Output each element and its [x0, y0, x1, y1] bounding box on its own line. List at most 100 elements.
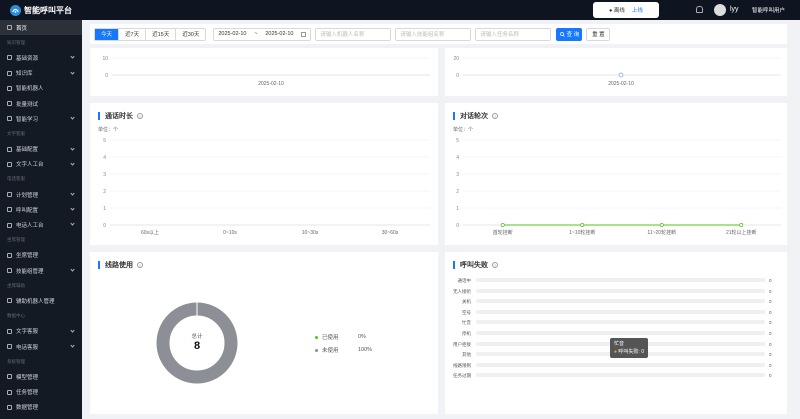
y-tick: 3 — [456, 172, 459, 178]
tenant-name[interactable]: 智能呼叫用户 — [752, 6, 785, 14]
failure-value: 0 — [769, 299, 772, 305]
range-30d-button[interactable]: 近30天 — [176, 29, 205, 40]
range-today-button[interactable]: 今天 — [95, 28, 120, 40]
menu-icon — [7, 389, 12, 395]
sidebar-item[interactable]: 智能学习 — [0, 111, 82, 126]
failure-label: 线路限制 — [453, 362, 471, 368]
menu-icon — [7, 116, 12, 122]
sidebar-item[interactable]: 呼叫配置 — [0, 202, 82, 217]
failure-bar[interactable] — [476, 373, 765, 378]
y-tick: 2 — [103, 189, 106, 195]
sidebar-item-label: 任务管理 — [16, 390, 39, 397]
sidebar-item-label: 基础资源 — [16, 55, 39, 62]
chevron-down-icon — [70, 267, 75, 272]
menu-icon — [7, 70, 12, 76]
sidebar-item[interactable]: 坐席管理 — [0, 248, 82, 263]
sidebar-item[interactable]: 文字客服 — [0, 324, 82, 339]
sidebar-item-label: 技能组管理 — [16, 268, 44, 275]
status-switch[interactable]: ● 离线 上线 — [593, 2, 659, 18]
chevron-down-icon — [70, 206, 75, 211]
offline-option[interactable]: ● 离线 — [609, 6, 625, 14]
range-7d-button[interactable]: 近7天 — [119, 28, 147, 40]
menu-icon — [7, 192, 12, 198]
failure-bar[interactable] — [476, 320, 765, 325]
card-title: 呼叫失败? — [453, 260, 498, 270]
top-left-chart-card: 10 0 2025-02-10 — [90, 48, 438, 96]
sidebar-item[interactable]: 批量测试 — [0, 96, 82, 111]
menu-icon — [7, 25, 12, 31]
failure-row: 无人接听 0 — [445, 287, 785, 297]
y-tick: 0 — [456, 73, 459, 79]
sidebar-item-label: 模型管理 — [16, 374, 39, 381]
bell-icon[interactable] — [696, 6, 703, 13]
sidebar-item[interactable]: 任务管理 — [0, 385, 82, 400]
failure-row: 任务过期 0 — [445, 371, 785, 381]
sidebar-item[interactable]: 辅助机器人管理 — [0, 293, 82, 308]
x-tick: 0~10s — [223, 230, 237, 236]
y-tick: 3 — [103, 172, 106, 178]
sidebar-item-label: 辅助机器人管理 — [16, 298, 55, 305]
failure-bar[interactable] — [476, 278, 765, 282]
sidebar-item[interactable]: 电话客服 — [0, 339, 82, 354]
failure-bar[interactable] — [476, 288, 765, 293]
sidebar-item[interactable]: 基础资源 — [0, 50, 82, 65]
search-button[interactable]: 查 询 — [556, 27, 583, 41]
reset-button[interactable]: 重 置 — [586, 27, 611, 41]
calendar-icon — [301, 31, 307, 37]
sidebar-item[interactable]: 基础配置 — [0, 142, 82, 157]
sidebar-item[interactable]: 首页 — [0, 20, 82, 36]
failure-value: 0 — [769, 352, 772, 358]
top-right-chart-card: 20 0 2025-02-10 — [445, 48, 787, 96]
y-tick: 2 — [456, 189, 459, 195]
x-tick: 30~60s — [382, 230, 399, 236]
date-range-picker[interactable]: 2025-02-10 ~ 2025-02-10 — [213, 27, 312, 41]
help-icon[interactable]: ? — [492, 262, 498, 268]
failure-value: 0 — [769, 373, 772, 379]
robot-name-input[interactable]: 请输入机器人名称 — [315, 27, 392, 41]
sidebar-item[interactable]: 计划管理 — [0, 187, 82, 202]
line-usage-ring — [156, 302, 238, 384]
sidebar-item[interactable]: 智能机器人 — [0, 81, 82, 96]
failure-bar[interactable] — [476, 309, 765, 314]
menu-icon — [7, 298, 12, 304]
username[interactable]: lyy — [730, 6, 739, 13]
failure-bar[interactable] — [476, 331, 765, 335]
task-name-input[interactable]: 请输入任务名称 — [475, 27, 552, 41]
app-title: 智能呼叫平台 — [24, 6, 72, 15]
skill-group-input[interactable]: 请输入技能组名称 — [395, 27, 472, 41]
sidebar-item[interactable]: 数据管理 — [0, 400, 82, 415]
data-point — [618, 72, 624, 78]
failure-bar[interactable] — [476, 299, 765, 304]
sidebar-item[interactable]: 电话人工台 — [0, 217, 82, 232]
sidebar-item-label: 坐席管理 — [16, 253, 39, 260]
legend-used[interactable]: 已使用 0% — [315, 333, 366, 341]
sidebar-item-label: 智能学习 — [16, 116, 39, 123]
failure-value: 0 — [769, 278, 772, 283]
failure-label: 其他 — [462, 352, 471, 358]
call-duration-card: 通话时长? 单位：个 0 1 2 3 4 5 60s以上 0~10s 10~30s 30~60s — [90, 103, 438, 245]
chevron-down-icon — [70, 161, 75, 166]
y-tick: 4 — [456, 155, 459, 161]
tooltip-row: ● 呼叫失败: 0 — [614, 349, 644, 355]
data-point — [739, 223, 744, 227]
failure-value: 0 — [769, 362, 772, 368]
date-start: 2025-02-10 — [218, 31, 247, 37]
range-15d-button[interactable]: 近15天 — [146, 28, 177, 40]
sidebar-item[interactable]: 模型管理 — [0, 369, 82, 384]
avatar[interactable] — [714, 4, 726, 16]
total-value: 8 — [193, 340, 201, 352]
sidebar-item[interactable]: 文字人工台 — [0, 157, 82, 172]
y-tick: 10 — [102, 56, 108, 62]
x-label: 2025-02-10 — [608, 81, 634, 87]
menu-icon — [7, 404, 12, 410]
data-point — [500, 223, 505, 227]
sidebar-item[interactable]: 知识库 — [0, 66, 82, 81]
chart-tooltip: 忙音 ● 呼叫失败: 0 — [610, 338, 648, 358]
failure-bar[interactable] — [476, 362, 765, 367]
online-option[interactable]: 上线 — [632, 6, 643, 14]
app-logo[interactable]: 智能呼叫平台 — [10, 5, 72, 16]
sidebar-item[interactable]: 技能组管理 — [0, 263, 82, 278]
legend-unused[interactable]: 未使用 100% — [315, 346, 372, 354]
sidebar-item-label: 知识库 — [16, 71, 33, 78]
failure-row: 空号 0 — [445, 308, 785, 318]
